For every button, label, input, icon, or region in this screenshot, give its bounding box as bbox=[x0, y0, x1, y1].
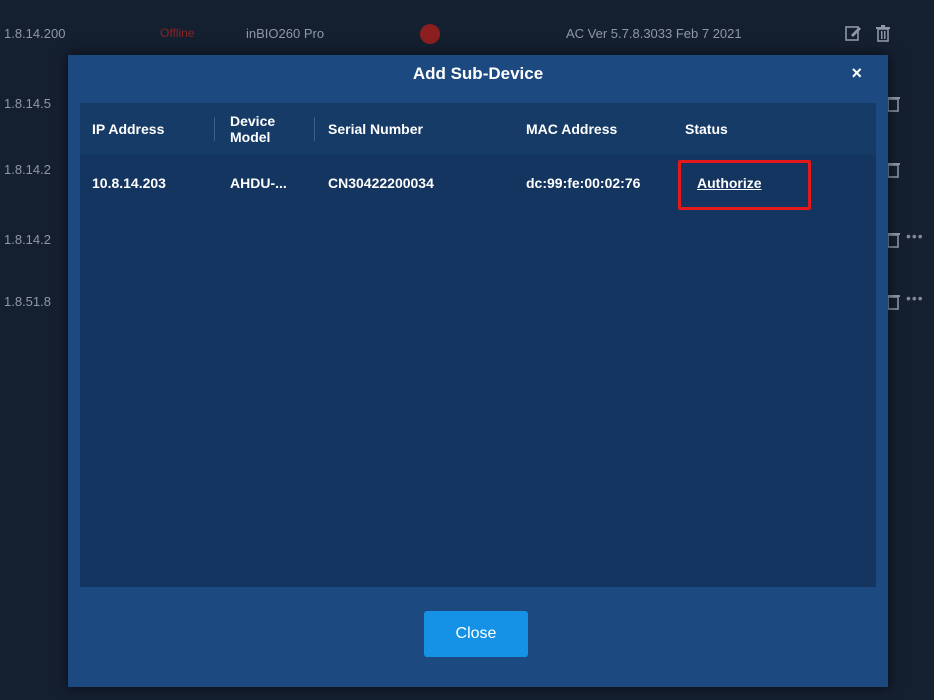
dialog-footer: Close bbox=[68, 587, 888, 687]
table-header: IP Address Device Model Serial Number MA… bbox=[80, 103, 876, 155]
device-status: Offline bbox=[160, 26, 195, 40]
dialog-header: Add Sub-Device × bbox=[68, 55, 888, 93]
authorize-highlight-box bbox=[678, 160, 811, 210]
column-status: Status bbox=[685, 121, 728, 137]
device-ip: 1.8.14.2 bbox=[4, 162, 51, 177]
device-version: AC Ver 5.7.8.3033 Feb 7 2021 bbox=[566, 26, 742, 41]
device-ip: 1.8.51.8 bbox=[4, 294, 51, 309]
column-serial-number: Serial Number bbox=[328, 121, 423, 137]
sub-device-table: IP Address Device Model Serial Number MA… bbox=[80, 103, 876, 587]
row-serial-number: CN30422200034 bbox=[328, 175, 434, 191]
column-mac-address: MAC Address bbox=[526, 121, 618, 137]
device-ip: 1.8.14.2 bbox=[4, 232, 51, 247]
more-icon[interactable]: ••• bbox=[906, 228, 924, 244]
row-ip-address: 10.8.14.203 bbox=[92, 175, 166, 191]
offline-dot-icon bbox=[420, 24, 440, 44]
close-button[interactable]: Close bbox=[424, 611, 528, 657]
trash-icon[interactable] bbox=[874, 24, 892, 42]
row-device-model: AHDU-... bbox=[230, 175, 287, 191]
edit-icon[interactable] bbox=[844, 24, 862, 42]
device-ip: 1.8.14.5 bbox=[4, 96, 51, 111]
column-divider bbox=[314, 117, 315, 141]
dialog-title: Add Sub-Device bbox=[412, 64, 544, 83]
column-ip-address: IP Address bbox=[92, 121, 165, 137]
more-icon[interactable]: ••• bbox=[906, 290, 924, 306]
column-divider bbox=[214, 117, 215, 141]
device-ip: 1.8.14.200 bbox=[4, 26, 66, 41]
column-device-model: Device Model bbox=[230, 113, 276, 145]
add-sub-device-dialog: Add Sub-Device × IP Address Device Model… bbox=[68, 55, 888, 687]
row-mac-address: dc:99:fe:00:02:76 bbox=[526, 175, 641, 191]
close-icon[interactable]: × bbox=[851, 64, 862, 82]
device-model: inBIO260 Pro bbox=[246, 26, 325, 41]
